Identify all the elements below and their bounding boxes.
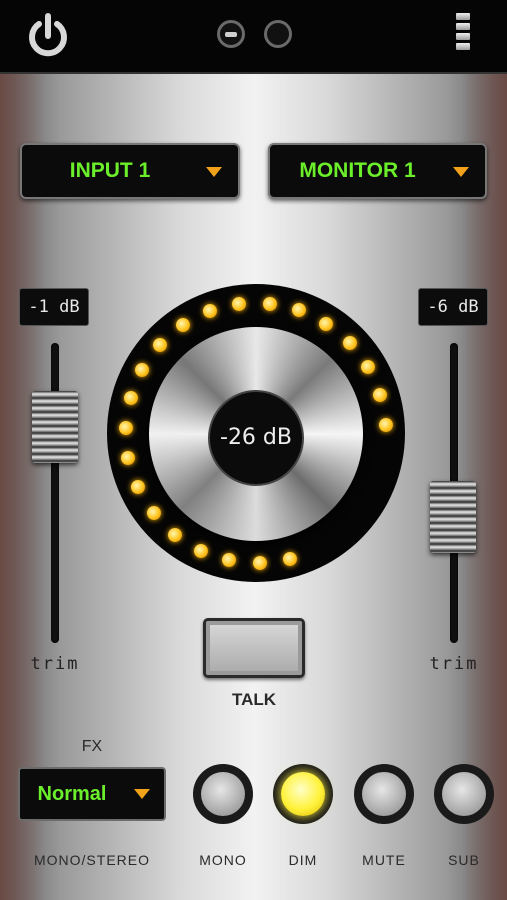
volume-led — [130, 480, 145, 495]
right-trim-value: -6 dB — [418, 288, 488, 326]
monitor-selector-label: MONITOR 1 — [299, 159, 416, 182]
input-selector[interactable]: INPUT 1 — [20, 143, 240, 199]
fx-selector[interactable]: Normal — [18, 767, 166, 821]
sub-label: SUB — [448, 852, 480, 868]
volume-led — [193, 543, 208, 558]
fx-title: FX — [81, 738, 103, 755]
left-trim-track[interactable] — [51, 343, 59, 643]
mute-label: MUTE — [362, 852, 406, 868]
mute-button[interactable] — [354, 764, 414, 824]
input-selector-label: INPUT 1 — [69, 159, 151, 182]
volume-led — [378, 417, 393, 432]
volume-readout: -26 dB — [208, 390, 304, 486]
talk-button[interactable] — [203, 618, 305, 678]
fx-caption: MONO/STEREO — [33, 852, 150, 868]
dim-button[interactable] — [273, 764, 333, 824]
chevron-down-icon — [206, 167, 222, 177]
chevron-down-icon — [453, 167, 469, 177]
dim-label: DIM — [288, 852, 318, 868]
chevron-down-icon — [134, 789, 150, 799]
mono-button[interactable] — [193, 764, 253, 824]
right-trim-label: trim — [429, 654, 479, 674]
left-trim-label: trim — [30, 654, 80, 674]
monitor-selector[interactable]: MONITOR 1 — [268, 143, 487, 199]
volume-led — [119, 421, 134, 435]
volume-led — [342, 336, 357, 351]
volume-led — [146, 506, 161, 521]
volume-led — [123, 391, 138, 406]
left-trim-value: -1 dB — [19, 288, 89, 326]
talk-label: TALK — [231, 690, 277, 709]
power-icon[interactable] — [22, 12, 74, 60]
page-indicator-2[interactable] — [264, 20, 292, 48]
volume-led — [282, 551, 297, 566]
page-indicator-1[interactable] — [217, 20, 245, 48]
sub-button[interactable] — [434, 764, 494, 824]
fx-selector-label: Normal — [37, 783, 107, 805]
right-trim-thumb[interactable] — [430, 481, 476, 553]
mono-label: MONO — [199, 852, 247, 868]
volume-led — [262, 296, 277, 311]
volume-led — [252, 555, 267, 570]
top-bar — [0, 0, 507, 74]
volume-led — [167, 527, 182, 542]
menu-icon[interactable] — [456, 13, 472, 61]
left-trim-thumb[interactable] — [32, 391, 78, 463]
